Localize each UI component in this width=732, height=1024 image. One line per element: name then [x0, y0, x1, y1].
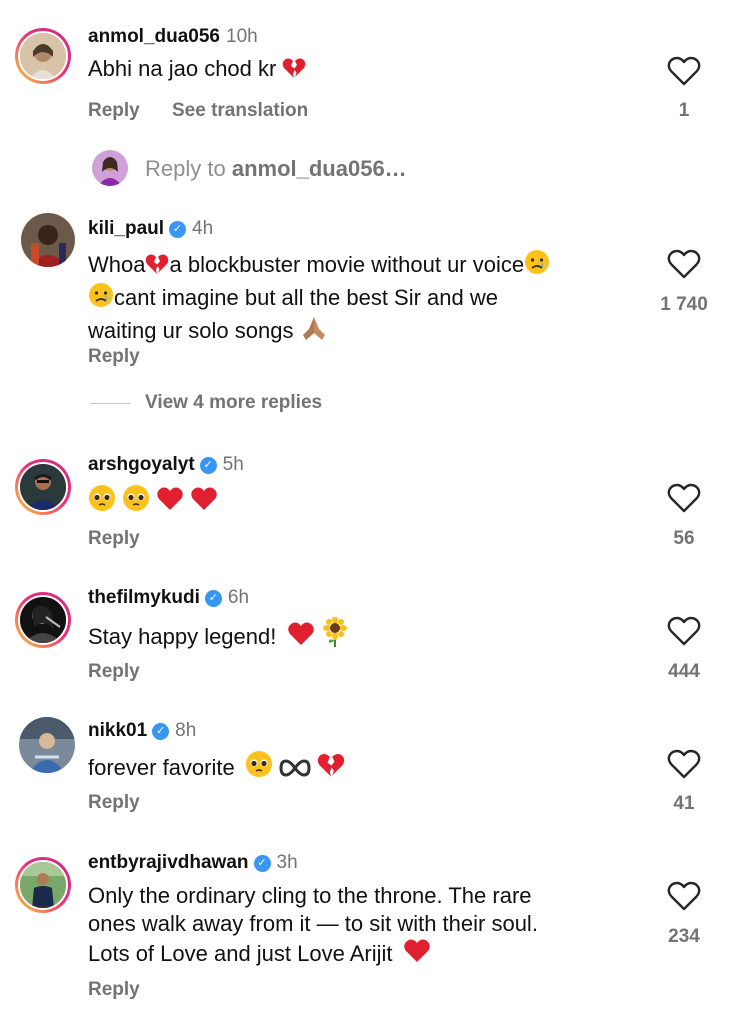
comment-body: forever favorite [88, 755, 235, 780]
red-heart-icon [190, 486, 218, 519]
like-count: 41 [673, 793, 695, 814]
avatar-photo [20, 862, 66, 908]
username[interactable]: arshgoyalyt [88, 454, 195, 475]
avatar-photo [21, 213, 75, 267]
reply-button[interactable]: Reply [88, 661, 140, 683]
folded-hands-icon [300, 315, 328, 348]
current-user-avatar [92, 150, 128, 186]
red-heart-icon [156, 486, 184, 519]
comment-header: kili_paul ✓ 4h [88, 218, 213, 240]
avatar[interactable] [15, 459, 71, 515]
avatar-photo [20, 33, 66, 79]
heart-outline-icon[interactable] [667, 56, 701, 86]
comment-text: Only the ordinary cling to the throne. T… [88, 882, 628, 971]
comment-body-part: ones walk away from it — to sit with the… [88, 911, 538, 936]
verified-badge-icon: ✓ [169, 221, 187, 238]
comment-body-part: Whoa [88, 252, 146, 277]
timestamp: 10h [226, 26, 258, 47]
verified-badge-icon: ✓ [253, 855, 271, 872]
avatar[interactable] [15, 857, 71, 913]
broken-heart-icon [282, 57, 306, 86]
pleading-face-icon [122, 484, 150, 519]
reply-button[interactable]: Reply [88, 346, 140, 368]
comment-body-part: cant imagine but all the best Sir and we [114, 285, 499, 310]
broken-heart-icon [317, 752, 345, 785]
comment-body-part: a blockbuster movie without ur voice [169, 252, 525, 277]
pleading-face-icon [88, 484, 116, 519]
like-count: 444 [668, 661, 700, 682]
username[interactable]: nikk01 [88, 720, 147, 741]
username[interactable]: kili_paul [88, 218, 164, 239]
like-count: 234 [668, 926, 700, 947]
reply-button[interactable]: Reply [88, 528, 140, 550]
comment-body: Abhi na jao chod kr [88, 56, 277, 81]
verified-badge-icon: ✓ [204, 590, 222, 607]
crying-face-icon [524, 249, 550, 282]
comment-header: nikk01 ✓ 8h [88, 720, 196, 742]
sunflower-icon [321, 616, 349, 654]
avatar-photo [20, 464, 66, 510]
comment-text: forever favorite [88, 750, 628, 785]
heart-outline-icon[interactable] [667, 749, 701, 779]
comment-body: Stay happy legend! [88, 624, 277, 649]
avatar-photo [19, 717, 75, 773]
comment-header: arshgoyalyt ✓ 5h [88, 454, 244, 476]
comment-text [88, 484, 628, 519]
avatar[interactable] [15, 28, 71, 84]
heart-outline-icon[interactable] [667, 483, 701, 513]
timestamp: 5h [222, 454, 244, 475]
heart-outline-icon[interactable] [667, 881, 701, 911]
heart-outline-icon[interactable] [667, 616, 701, 646]
crying-face-icon [88, 282, 114, 315]
comment-header: anmol_dua056 10h [88, 26, 258, 48]
timestamp: 3h [276, 852, 298, 873]
see-translation-button[interactable]: See translation [172, 100, 308, 122]
verified-badge-icon: ✓ [199, 457, 217, 474]
reply-button[interactable]: Reply [88, 100, 140, 122]
timestamp: 6h [227, 587, 250, 608]
heart-outline-icon[interactable] [667, 249, 701, 279]
reply-to-prefix: Reply to [145, 156, 226, 181]
username[interactable]: anmol_dua056 [88, 26, 220, 47]
broken-heart-icon [145, 253, 169, 282]
timestamp: 8h [175, 720, 197, 741]
pleading-face-icon [245, 750, 273, 785]
comment-body-part: waiting ur solo songs [88, 318, 294, 343]
red-heart-icon [403, 938, 431, 971]
username[interactable]: thefilmykudi [88, 587, 200, 608]
reply-button[interactable]: Reply [88, 979, 140, 1001]
reply-to-text: Reply to anmol_dua056… [145, 156, 407, 182]
comment-header: thefilmykudi ✓ 6h [88, 587, 249, 609]
avatar-photo [20, 597, 66, 643]
comment-text: Stay happy legend! [88, 616, 628, 654]
like-count: 1 740 [660, 294, 708, 315]
comment-header: entbyrajivdhawan ✓ 3h [88, 852, 298, 874]
reply-button[interactable]: Reply [88, 792, 140, 814]
like-count: 1 [678, 100, 690, 121]
like-count: 56 [673, 528, 695, 549]
avatar[interactable] [21, 213, 75, 267]
avatar[interactable] [15, 592, 71, 648]
comment-text: Whoa a blockbuster movie without ur voice… [88, 249, 628, 348]
view-more-divider [90, 403, 130, 404]
timestamp: 4h [192, 218, 214, 239]
infinity-icon [279, 757, 311, 785]
comment-text: Abhi na jao chod kr [88, 55, 628, 86]
avatar[interactable] [19, 717, 75, 773]
verified-badge-icon: ✓ [152, 723, 170, 740]
reply-to-username: anmol_dua056… [231, 156, 407, 181]
red-heart-icon [287, 621, 315, 654]
view-more-replies-button[interactable]: View 4 more replies [145, 392, 322, 414]
username[interactable]: entbyrajivdhawan [88, 852, 249, 873]
comment-body-part: Only the ordinary cling to the throne. T… [88, 883, 532, 908]
comment-body-part: Lots of Love and just Love Arijit [88, 941, 393, 966]
